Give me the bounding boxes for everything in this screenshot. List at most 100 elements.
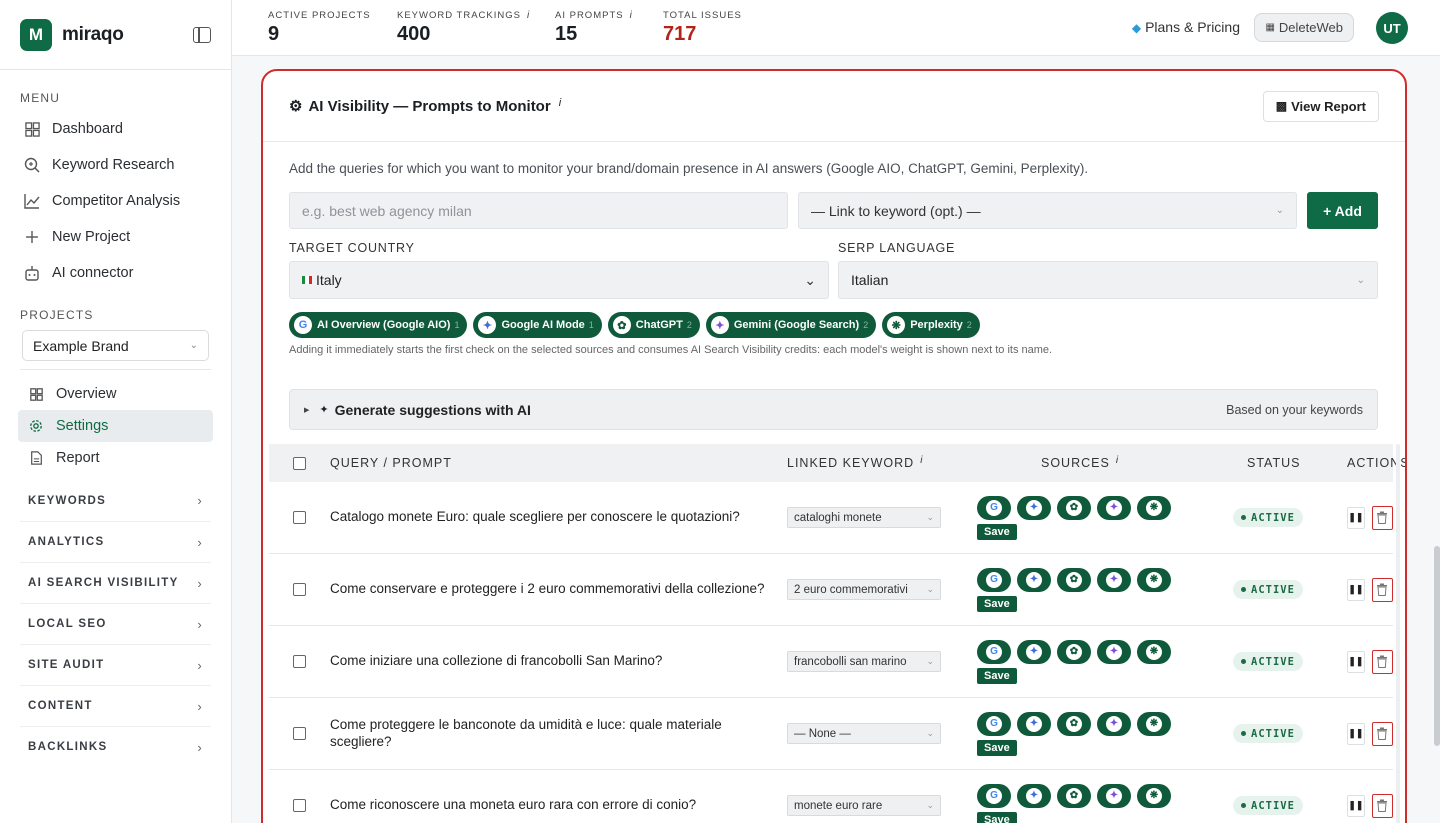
chatgpt-icon[interactable]: ✿ <box>1057 567 1091 592</box>
project-nav-overview[interactable]: Overview <box>18 378 213 410</box>
project-select[interactable]: Example Brand ⌄ <box>22 330 209 361</box>
gemini-icon[interactable]: ✦ <box>1097 495 1131 520</box>
header-keyword: LINKED KEYWORD <box>787 456 915 470</box>
trash-icon[interactable] <box>1371 793 1393 818</box>
group-site-audit[interactable]: SITE AUDIT › <box>20 644 211 685</box>
chevron-right-icon: › <box>197 493 203 508</box>
perplexity-icon: ❋ <box>887 316 906 334</box>
pause-button[interactable]: ❚❚ <box>1347 650 1365 673</box>
add-button[interactable]: + Add <box>1307 192 1378 229</box>
save-button[interactable]: Save <box>977 595 1017 612</box>
row-keyword-select[interactable]: — None — ⌄ <box>787 723 941 744</box>
project-nav-report[interactable]: Report <box>18 442 213 474</box>
perplexity-icon[interactable]: ❋ <box>1137 495 1171 520</box>
google-icon[interactable]: G <box>977 711 1011 736</box>
row-checkbox[interactable] <box>293 655 306 668</box>
info-icon[interactable]: i <box>1116 455 1118 466</box>
prompts-table: QUERY / PROMPT LINKED KEYWORD i SOURCES i … <box>269 444 1405 823</box>
menu-item-competitor-analysis[interactable]: Competitor Analysis <box>0 183 231 219</box>
robot-icon: ⚙ <box>289 98 303 115</box>
sidebar-toggle-icon[interactable] <box>193 26 211 43</box>
serp-language-select[interactable]: Italian ⌄ <box>838 261 1378 299</box>
query-input[interactable] <box>289 192 788 229</box>
google-icon[interactable]: G <box>977 783 1011 808</box>
source-chip-chatgpt[interactable]: ✿ ChatGPT 2 <box>607 312 700 338</box>
trash-icon[interactable] <box>1371 649 1393 674</box>
target-country-select[interactable]: Italy ⌄ <box>289 261 829 299</box>
row-keyword-select[interactable]: monete euro rare ⌄ <box>787 795 941 816</box>
project-nav-settings[interactable]: Settings <box>18 410 213 442</box>
group-content[interactable]: CONTENT › <box>20 685 211 726</box>
ai-mode-icon[interactable]: ✦ <box>1017 711 1051 736</box>
group-analytics[interactable]: ANALYTICS › <box>20 521 211 562</box>
trash-icon[interactable] <box>1371 577 1393 602</box>
pause-button[interactable]: ❚❚ <box>1347 506 1365 529</box>
plans-pricing-link[interactable]: ◆ Plans & Pricing <box>1132 19 1240 35</box>
info-icon[interactable]: i <box>920 455 922 466</box>
workspace-button[interactable]: ▦ DeleteWeb <box>1254 13 1354 42</box>
suggestions-toggle[interactable]: ▶ ✦ Generate suggestions with AI Based o… <box>289 389 1378 430</box>
group-keywords[interactable]: KEYWORDS › <box>20 480 211 521</box>
ai-mode-icon[interactable]: ✦ <box>1017 495 1051 520</box>
brand-logo[interactable]: M <box>20 18 52 51</box>
row-checkbox[interactable] <box>293 583 306 596</box>
gemini-icon[interactable]: ✦ <box>1097 639 1131 664</box>
chatgpt-icon[interactable]: ✿ <box>1057 495 1091 520</box>
row-checkbox[interactable] <box>293 511 306 524</box>
row-keyword-select[interactable]: francobolli san marino ⌄ <box>787 651 941 672</box>
pause-button[interactable]: ❚❚ <box>1347 794 1365 817</box>
save-button[interactable]: Save <box>977 811 1017 823</box>
perplexity-icon[interactable]: ❋ <box>1137 639 1171 664</box>
row-checkbox[interactable] <box>293 727 306 740</box>
source-chip-google-aio[interactable]: G AI Overview (Google AIO) 1 <box>289 312 468 338</box>
perplexity-icon[interactable]: ❋ <box>1137 567 1171 592</box>
group-label: ANALYTICS <box>28 536 105 548</box>
gemini-icon[interactable]: ✦ <box>1097 567 1131 592</box>
perplexity-icon[interactable]: ❋ <box>1137 711 1171 736</box>
select-all-checkbox[interactable] <box>293 456 306 470</box>
row-keyword-select[interactable]: 2 euro commemorativi ⌄ <box>787 579 941 600</box>
pause-button[interactable]: ❚❚ <box>1347 722 1365 745</box>
group-backlinks[interactable]: BACKLINKS › <box>20 726 211 767</box>
avatar[interactable]: UT <box>1376 12 1408 44</box>
source-chip-google-ai-mode[interactable]: ✦ Google AI Mode 1 <box>473 312 602 338</box>
table-row: Come conservare e proteggere i 2 euro co… <box>269 554 1393 626</box>
ai-mode-icon[interactable]: ✦ <box>1017 639 1051 664</box>
source-chip-perplexity[interactable]: ❋ Perplexity 2 <box>882 312 980 338</box>
google-icon[interactable]: G <box>977 567 1011 592</box>
chatgpt-icon[interactable]: ✿ <box>1057 783 1091 808</box>
gemini-icon[interactable]: ✦ <box>1097 783 1131 808</box>
source-chip-gemini[interactable]: ✦ Gemini (Google Search) 2 <box>705 312 877 338</box>
info-icon[interactable]: i <box>527 10 530 21</box>
plans-label: Plans & Pricing <box>1145 19 1240 35</box>
view-report-button[interactable]: ▩ View Report <box>1262 90 1379 122</box>
group-ai-search-visibility[interactable]: AI SEARCH VISIBILITY › <box>20 562 211 603</box>
chatgpt-icon[interactable]: ✿ <box>1057 639 1091 664</box>
google-icon[interactable]: G <box>977 639 1011 664</box>
trash-icon[interactable] <box>1371 505 1393 530</box>
brand-name[interactable]: miraqo <box>62 24 124 46</box>
google-icon[interactable]: G <box>977 495 1011 520</box>
ai-mode-icon[interactable]: ✦ <box>1017 567 1051 592</box>
keyword-link-select[interactable]: — Link to keyword (opt.) — ⌄ <box>798 192 1297 229</box>
info-icon[interactable]: i <box>559 97 561 109</box>
gemini-icon[interactable]: ✦ <box>1097 711 1131 736</box>
menu-item-dashboard[interactable]: Dashboard <box>0 111 231 147</box>
ai-mode-icon[interactable]: ✦ <box>1017 783 1051 808</box>
info-icon[interactable]: i <box>630 10 633 21</box>
group-local-seo[interactable]: LOCAL SEO › <box>20 603 211 644</box>
menu-item-keyword-research[interactable]: Keyword Research <box>0 147 231 183</box>
menu-item-ai-connector[interactable]: AI connector <box>0 255 231 291</box>
menu-item-new-project[interactable]: New Project <box>0 219 231 255</box>
save-button[interactable]: Save <box>977 739 1017 756</box>
row-keyword-select[interactable]: cataloghi monete ⌄ <box>787 507 941 528</box>
pause-button[interactable]: ❚❚ <box>1347 578 1365 601</box>
table-scrollbar[interactable] <box>1396 444 1400 823</box>
save-button[interactable]: Save <box>977 523 1017 540</box>
row-checkbox[interactable] <box>293 799 306 812</box>
page-scrollbar[interactable] <box>1434 546 1440 746</box>
trash-icon[interactable] <box>1371 721 1393 746</box>
chatgpt-icon[interactable]: ✿ <box>1057 711 1091 736</box>
save-button[interactable]: Save <box>977 667 1017 684</box>
perplexity-icon[interactable]: ❋ <box>1137 783 1171 808</box>
